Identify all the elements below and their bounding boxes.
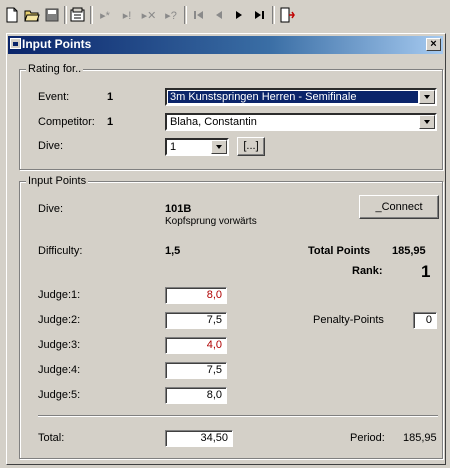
rating-for-group: Rating for.. Event: 1 3m Kunstspringen H… [19, 63, 443, 170]
window-title: Input Points [22, 37, 92, 51]
next-new-icon[interactable]: ▸! [117, 6, 137, 24]
help-record-icon[interactable]: ▸? [161, 6, 181, 24]
event-number: 1 [107, 91, 114, 103]
competitor-select-value: Blaha, Constantin [170, 116, 257, 128]
properties-icon[interactable] [69, 6, 87, 24]
difficulty-value: 1,5 [165, 245, 181, 257]
judge-5-field[interactable]: 8,0 [165, 387, 227, 404]
delete-record-icon[interactable]: ▸✕ [139, 6, 159, 24]
difficulty-label: Difficulty: [38, 245, 83, 257]
new-document-icon[interactable] [3, 6, 21, 24]
first-record-icon[interactable] [190, 6, 208, 24]
competitor-number: 1 [107, 116, 114, 128]
judge-label: Judge:4: [38, 364, 81, 376]
judge-3-field[interactable]: 4,0 [165, 337, 227, 354]
dive-name: Kopfsprung vorwärts [165, 216, 257, 227]
exit-icon[interactable] [278, 6, 296, 24]
judge-label: Judge:2: [38, 314, 81, 326]
insert-record-icon[interactable]: ▸* [95, 6, 115, 24]
rating-for-legend: Rating for.. [26, 63, 84, 75]
window-icon [10, 38, 21, 49]
open-folder-icon[interactable] [23, 6, 41, 24]
input-points-legend: Input Points [26, 175, 89, 187]
total-field: 34,50 [165, 430, 233, 447]
dive-label: Dive: [38, 203, 64, 215]
judge-label: Judge:5: [38, 389, 81, 401]
next-record-icon[interactable] [230, 6, 248, 24]
judge-4-field[interactable]: 7,5 [165, 362, 227, 379]
judge-label: Judge:1: [38, 289, 81, 301]
rank-label: Rank: [352, 265, 383, 277]
period-value: 185,95 [403, 432, 437, 444]
penalty-points-field[interactable]: 0 [413, 312, 437, 329]
last-record-icon[interactable] [250, 6, 268, 24]
total-label: Total: [38, 432, 65, 444]
judge-1-field[interactable]: 8,0 [165, 287, 227, 304]
dive-select-label: Dive: [38, 140, 64, 152]
event-select[interactable]: 3m Kunstspringen Herren - Semifinale [165, 88, 437, 106]
chevron-down-icon[interactable] [211, 140, 227, 154]
total-points-label: Total Points [308, 245, 371, 257]
toolbar: ▸* ▸! ▸✕ ▸? [0, 0, 450, 32]
judge-label: Judge:3: [38, 339, 81, 351]
judge-2-field[interactable]: 7,5 [165, 312, 227, 329]
dive-code: 101B [165, 203, 192, 215]
title-bar[interactable]: Input Points × [8, 36, 443, 54]
close-button[interactable]: × [426, 38, 441, 51]
event-select-value: 3m Kunstspringen Herren - Semifinale [168, 91, 418, 103]
save-icon[interactable] [43, 6, 61, 24]
dive-select-value: 1 [170, 141, 177, 153]
dive-select[interactable]: 1 [165, 138, 229, 156]
period-label: Period: [350, 432, 385, 444]
browse-button[interactable]: [...] [237, 137, 265, 156]
rank-value: 1 [421, 262, 431, 281]
previous-record-icon[interactable] [210, 6, 228, 24]
chevron-down-icon[interactable] [419, 115, 435, 129]
input-points-group: Input Points Dive: 101B Kopfsprung vorwä… [19, 175, 443, 459]
penalty-points-label: Penalty-Points [313, 314, 384, 326]
divider [38, 415, 438, 417]
competitor-label: Competitor: [38, 116, 95, 128]
chevron-down-icon[interactable] [419, 90, 435, 104]
total-points-value: 185,95 [392, 245, 426, 257]
competitor-select[interactable]: Blaha, Constantin [165, 113, 437, 131]
event-label: Event: [38, 91, 70, 103]
connect-button[interactable]: _Connect [359, 195, 439, 219]
